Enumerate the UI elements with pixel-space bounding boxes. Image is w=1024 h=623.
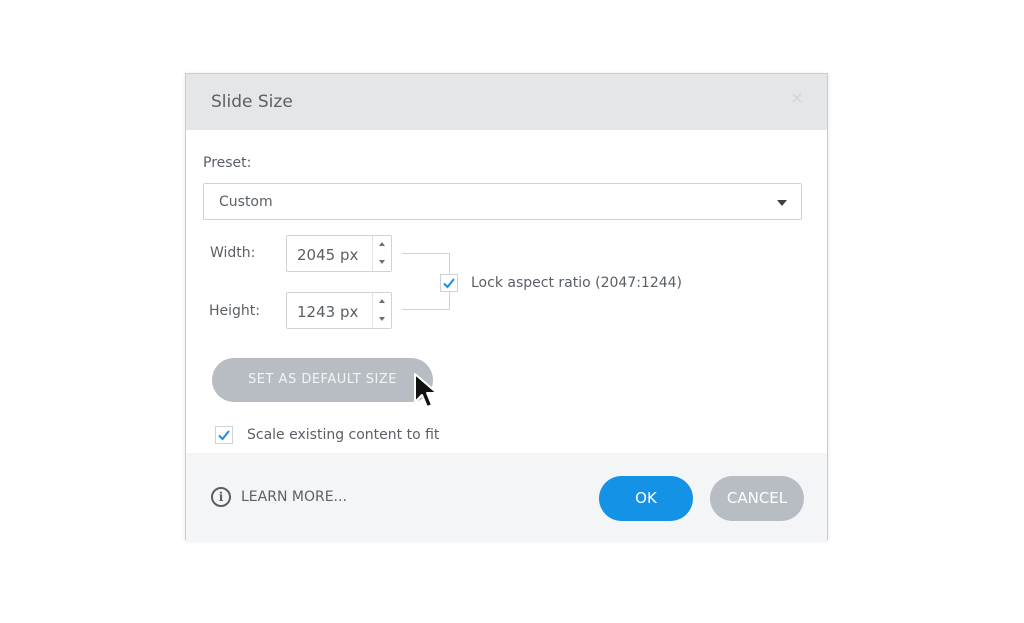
lock-aspect-label: Lock aspect ratio (2047:1244) (471, 275, 683, 291)
slide-size-dialog: Slide Size × Preset: Custom Width: 2045 … (185, 73, 828, 541)
width-value: 2045 px (297, 246, 359, 264)
preset-dropdown[interactable]: Custom (203, 183, 802, 220)
width-label: Width: (210, 245, 256, 261)
height-stepper[interactable]: 1243 px (286, 292, 392, 329)
width-increment-button[interactable] (373, 236, 391, 253)
width-spin-buttons (372, 236, 391, 271)
dialog-title: Slide Size (211, 92, 293, 112)
cancel-button[interactable]: CANCEL (710, 476, 804, 521)
preset-value: Custom (219, 194, 273, 210)
lock-aspect-checkbox[interactable] (440, 274, 458, 292)
width-decrement-button[interactable] (373, 254, 391, 271)
height-increment-button[interactable] (373, 293, 391, 310)
preset-label: Preset: (203, 155, 252, 171)
mouse-pointer-icon (414, 373, 438, 408)
scale-content-checkbox[interactable] (215, 426, 233, 444)
set-default-size-button[interactable]: SET AS DEFAULT SIZE (212, 358, 433, 402)
height-decrement-button[interactable] (373, 311, 391, 328)
height-spin-buttons (372, 293, 391, 328)
scale-content-label: Scale existing content to fit (247, 427, 440, 443)
info-icon[interactable]: i (211, 487, 231, 507)
learn-more-link[interactable]: LEARN MORE... (241, 489, 347, 505)
chevron-down-icon (777, 200, 787, 206)
ok-button[interactable]: OK (599, 476, 693, 521)
dialog-titlebar: Slide Size × (186, 74, 827, 130)
close-icon[interactable]: × (789, 90, 805, 106)
check-icon (218, 430, 230, 441)
check-icon (443, 278, 455, 289)
width-stepper[interactable]: 2045 px (286, 235, 392, 272)
height-value: 1243 px (297, 303, 359, 321)
height-label: Height: (209, 303, 260, 319)
